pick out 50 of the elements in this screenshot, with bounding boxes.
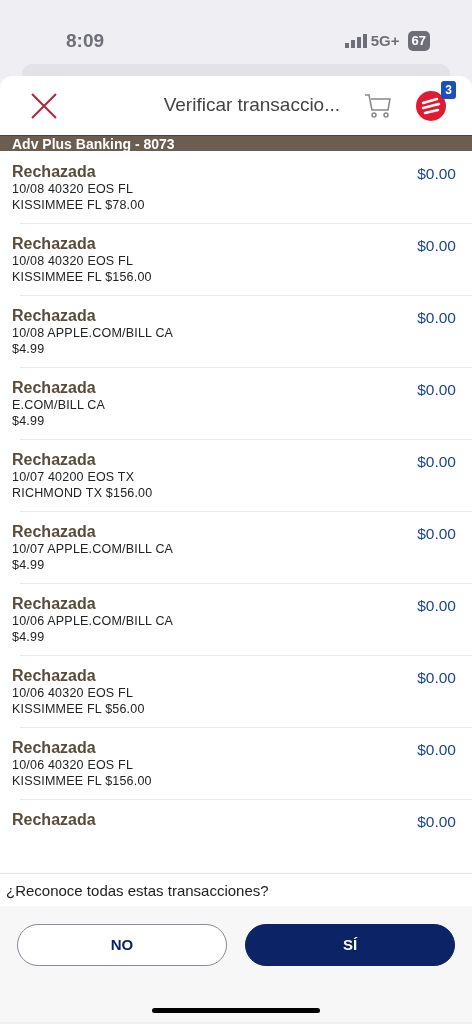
- transaction-detail: 10/06 40320 EOS FL: [12, 757, 135, 773]
- transaction-detail: $4.99: [12, 413, 46, 429]
- transaction-detail: 10/07 APPLE.COM/BILL CA: [12, 541, 174, 557]
- status-text: Rechazada: [12, 810, 96, 829]
- transaction-detail: $4.99: [12, 629, 46, 645]
- amount-text: $0.00: [417, 236, 456, 256]
- amount-text: $0.00: [417, 668, 456, 688]
- amount-text: $0.00: [417, 308, 456, 328]
- network-label: 5G+: [370, 30, 400, 51]
- page-title: Verificar transaccio...: [163, 93, 340, 118]
- amount-text: $0.00: [417, 524, 456, 544]
- transaction-detail: KISSIMMEE FL $156.00: [12, 269, 152, 285]
- close-button[interactable]: [30, 91, 58, 120]
- transaction-detail: $4.99: [12, 341, 46, 357]
- transaction-detail: 10/06 40320 EOS FL: [12, 685, 135, 701]
- amount-text: $0.00: [417, 596, 456, 616]
- status-text: Rechazada: [12, 594, 97, 613]
- account-header: Adv Plus Banking - 8073: [0, 135, 472, 151]
- confirm-button[interactable]: SÍ: [245, 924, 455, 966]
- transaction-detail: KISSIMMEE FL $56.00: [12, 701, 145, 717]
- transaction-detail: 10/08 40320 EOS FL: [12, 181, 135, 197]
- amount-text: $0.00: [417, 740, 456, 760]
- status-text: Rechazada: [12, 378, 97, 397]
- transaction-detail: 10/07 40200 EOS TX: [12, 469, 136, 485]
- amount-text: $0.00: [417, 452, 456, 472]
- transaction-detail: KISSIMMEE FL $156.00: [12, 773, 152, 789]
- amount-text: $0.00: [417, 380, 456, 400]
- status-text: Rechazada: [12, 162, 97, 181]
- transaction-detail: RICHMOND TX $156.00: [12, 485, 153, 501]
- transaction-detail: KISSIMMEE FL $78.00: [12, 197, 145, 213]
- status-text: Rechazada: [12, 738, 97, 757]
- menu-button[interactable]: [416, 90, 446, 121]
- amount-text: $0.00: [417, 164, 456, 184]
- transaction-detail: $4.99: [12, 557, 46, 573]
- transaction-detail: 10/08 APPLE.COM/BILL CA: [12, 325, 174, 341]
- signal-icon: [344, 34, 367, 48]
- transaction-detail: 10/06 APPLE.COM/BILL CA: [12, 613, 174, 629]
- decline-button[interactable]: NO: [17, 924, 227, 966]
- clock-time: 8:09: [66, 28, 105, 53]
- transaction-detail: E.COM/BILL CA: [12, 397, 106, 413]
- status-text: Rechazada: [12, 234, 97, 253]
- cart-button[interactable]: [364, 92, 392, 119]
- amount-text: $0.00: [417, 812, 456, 832]
- notification-badge: 3: [441, 80, 456, 99]
- status-text: Rechazada: [12, 306, 97, 325]
- battery-level: 67: [407, 31, 430, 51]
- status-text: Rechazada: [12, 450, 97, 469]
- status-text: Rechazada: [12, 522, 97, 541]
- transaction-detail: 10/08 40320 EOS FL: [12, 253, 135, 269]
- status-text: Rechazada: [12, 666, 97, 685]
